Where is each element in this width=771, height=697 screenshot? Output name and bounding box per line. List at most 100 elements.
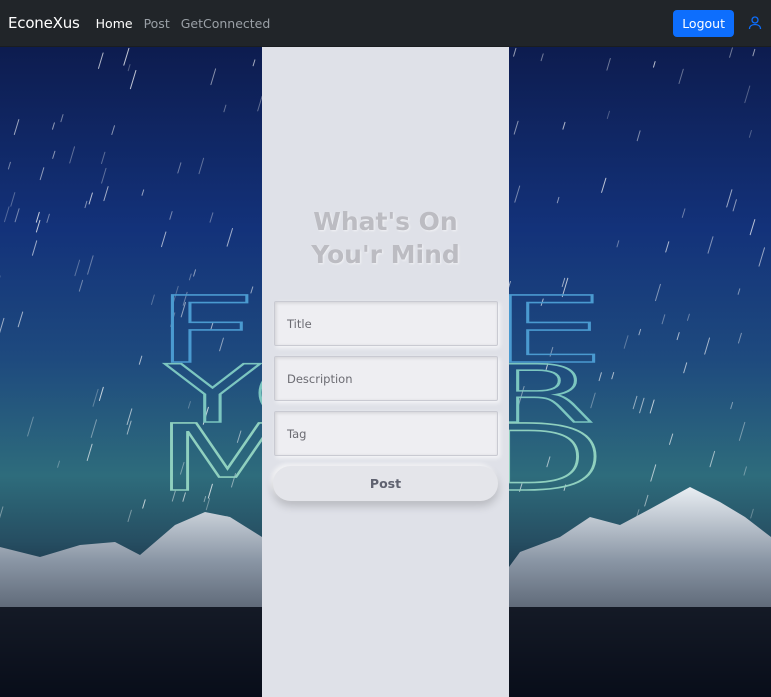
star-streak (737, 288, 741, 295)
star-streak (729, 47, 733, 58)
star-streak (749, 219, 756, 236)
star-streak (653, 61, 656, 68)
top-navbar: EconeXus Home Post GetConnected Logout (0, 0, 771, 47)
star-streak (726, 189, 733, 208)
star-streak (4, 206, 10, 223)
nav-link-post[interactable]: Post (144, 16, 170, 31)
star-streak (13, 119, 20, 135)
star-streak (226, 228, 233, 247)
star-streak (650, 464, 657, 482)
star-streak (111, 125, 115, 135)
star-streak (35, 219, 41, 233)
star-streak (732, 199, 737, 212)
star-streak (0, 506, 4, 519)
star-streak (562, 121, 566, 130)
star-streak (661, 314, 666, 325)
star-streak (127, 509, 132, 522)
star-streak (101, 151, 106, 164)
star-streak (514, 185, 521, 203)
post-form-panel: What's On You'r Mind Post (262, 47, 509, 697)
star-streak (683, 362, 688, 374)
star-streak (161, 231, 167, 248)
star-streak (52, 122, 55, 130)
title-input[interactable] (274, 301, 498, 346)
brand-logo[interactable]: EconeXus (8, 14, 80, 32)
star-streak (57, 460, 60, 468)
star-streak (750, 508, 754, 519)
star-streak (513, 120, 519, 135)
star-streak (198, 157, 205, 175)
star-streak (142, 499, 146, 509)
star-streak (27, 416, 34, 437)
star-streak (655, 283, 661, 302)
star-streak (623, 335, 629, 349)
star-streak (601, 177, 607, 193)
star-streak (649, 399, 655, 414)
star-streak (35, 211, 40, 223)
star-streak (46, 213, 50, 223)
star-streak (676, 332, 680, 341)
star-streak (31, 240, 38, 256)
star-streak (611, 372, 615, 380)
star-streak (0, 317, 5, 334)
star-streak (738, 332, 742, 344)
star-streak (69, 146, 75, 164)
star-streak (743, 466, 747, 476)
star-streak (90, 419, 97, 438)
star-streak (730, 401, 734, 410)
star-streak (687, 313, 690, 321)
post-button[interactable]: Post (273, 466, 498, 501)
star-streak (616, 240, 620, 248)
star-streak (632, 395, 638, 410)
form-heading: What's On You'r Mind (262, 205, 509, 271)
star-streak (744, 85, 751, 104)
star-streak (98, 52, 104, 69)
star-streak (7, 161, 11, 170)
form-heading-line-2: You'r Mind (311, 240, 460, 269)
star-streak (86, 443, 93, 461)
nav-link-home[interactable]: Home (96, 16, 133, 31)
star-streak (169, 211, 173, 220)
logout-button[interactable]: Logout (673, 9, 734, 37)
star-streak (138, 355, 143, 365)
star-streak (98, 386, 104, 401)
user-icon[interactable] (747, 15, 763, 31)
star-streak (758, 247, 765, 267)
star-streak (52, 150, 56, 159)
star-streak (678, 68, 684, 84)
star-streak (738, 421, 746, 441)
star-streak (704, 337, 710, 355)
form-heading-line-1: What's On (313, 207, 458, 236)
star-streak (606, 58, 611, 71)
star-streak (193, 269, 196, 277)
star-streak (17, 311, 24, 328)
star-streak (101, 167, 107, 184)
star-streak (223, 104, 227, 113)
star-streak (177, 162, 182, 174)
tag-input[interactable] (274, 411, 498, 456)
star-streak (210, 68, 217, 86)
star-streak (78, 279, 84, 292)
nav-link-getconnected[interactable]: GetConnected (181, 16, 271, 31)
star-streak (87, 255, 94, 275)
star-streak (92, 388, 99, 407)
star-streak (748, 130, 752, 138)
star-streak (252, 59, 256, 67)
star-streak (669, 433, 674, 445)
star-streak (103, 186, 109, 202)
star-streak (606, 110, 610, 119)
star-streak (141, 189, 145, 196)
star-streak (636, 130, 641, 142)
star-streak (39, 167, 45, 181)
star-streak (209, 212, 214, 223)
star-streak (639, 397, 645, 414)
star-streak (681, 208, 686, 218)
star-streak (129, 70, 137, 90)
star-streak (665, 241, 670, 253)
star-streak (74, 259, 81, 277)
star-streak (84, 200, 88, 209)
description-input[interactable] (274, 356, 498, 401)
star-streak (127, 64, 131, 72)
star-streak (752, 48, 756, 57)
star-streak (540, 53, 544, 62)
